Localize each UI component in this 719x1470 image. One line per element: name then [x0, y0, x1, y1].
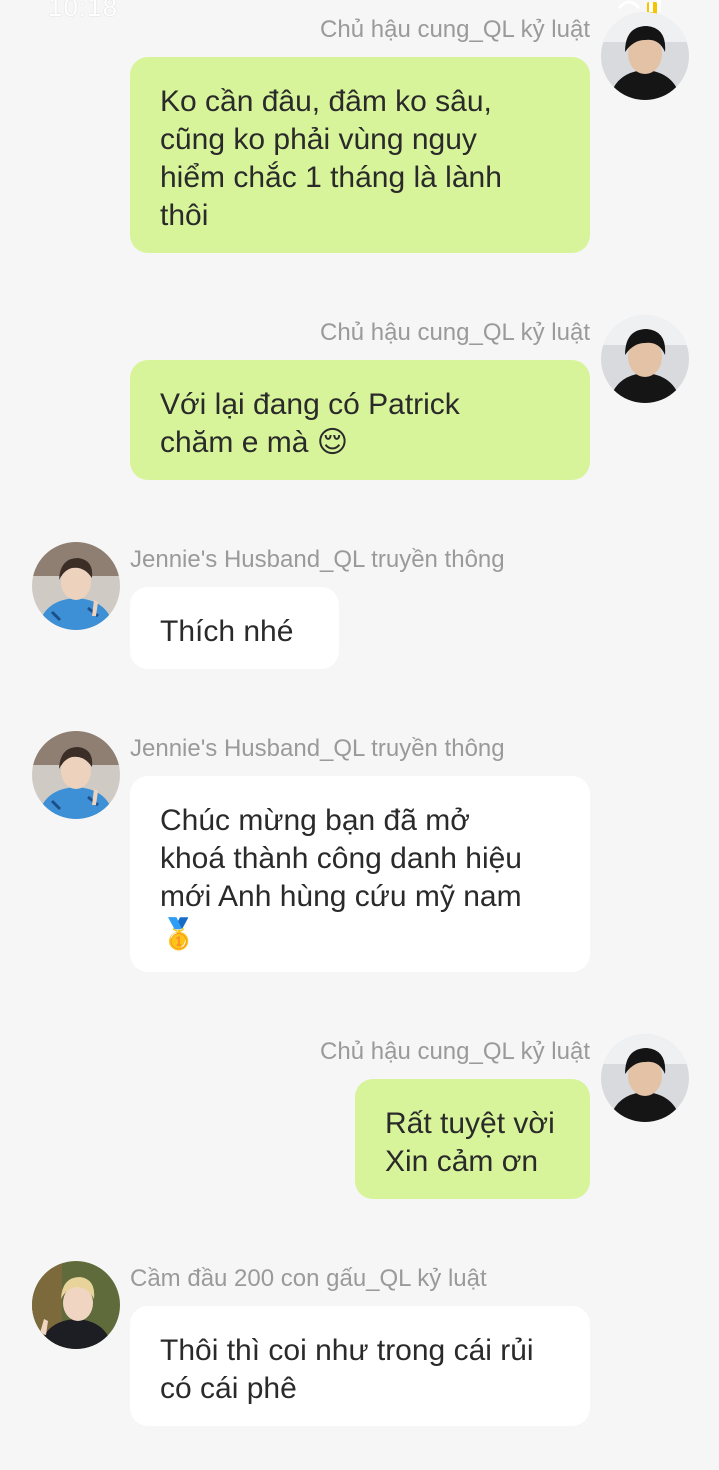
message-text-line: cũng ko phải vùng nguy [160, 123, 477, 156]
message-bubble[interactable]: Ko cần đâu, đâm ko sâu, cũng ko phải vùn… [130, 57, 590, 253]
dark-haired-man-avatar[interactable] [601, 12, 689, 100]
message-text-line: chăm e mà 😌 [160, 426, 348, 459]
message-text-line: Thôi thì coi như trong cái rủi [160, 1334, 534, 1367]
sender-name: Cầm đầu 200 con gấu_QL kỷ luật [130, 1265, 487, 1292]
blond-man-avatar[interactable] [32, 1261, 120, 1349]
message-text-line: Rất tuyệt vời [385, 1107, 555, 1140]
dark-haired-man-avatar[interactable] [601, 315, 689, 403]
message-text-line: thôi [160, 199, 209, 232]
message-text-line: Thích nhé [160, 615, 294, 648]
message-bubble[interactable]: Thôi thì coi như trong cái rủi có cái ph… [130, 1306, 590, 1426]
sender-name: Chủ hậu cung_QL kỷ luật [320, 1038, 590, 1065]
message-bubble[interactable]: Thích nhé [130, 587, 339, 669]
message-text-line: có cái phê [160, 1372, 297, 1405]
message-bubble[interactable]: Với lại đang có Patrick chăm e mà 😌 [130, 360, 590, 480]
medal-emoji-icon: 🥇 [160, 918, 198, 951]
dark-haired-man-avatar[interactable] [601, 1034, 689, 1122]
message-text-line: Ko cần đâu, đâm ko sâu, [160, 85, 492, 118]
message-bubble[interactable]: Chúc mừng bạn đã mở khoá thành công danh… [130, 776, 590, 972]
message-bubble[interactable]: Rất tuyệt vời Xin cảm ơn [355, 1079, 590, 1199]
sender-name: Chủ hậu cung_QL kỷ luật [320, 319, 590, 346]
status-time: 10:18 [48, 0, 119, 22]
message-text-line: Với lại đang có Patrick [160, 388, 460, 421]
blue-shirt-man-avatar[interactable] [32, 542, 120, 630]
sender-name: Chủ hậu cung_QL kỷ luật [320, 16, 590, 43]
sender-name: Jennie's Husband_QL truyền thông [130, 546, 505, 573]
message-text-line: Chúc mừng bạn đã mở [160, 804, 470, 837]
chat-screen: 10:18 Chủ hậu cung_QL kỷ luật Ko cần đâu… [0, 0, 719, 1470]
message-text-line: hiểm chắc 1 tháng là lành [160, 161, 502, 194]
blue-shirt-man-avatar[interactable] [32, 731, 120, 819]
sender-name: Jennie's Husband_QL truyền thông [130, 735, 505, 762]
message-text-line: khoá thành công danh hiệu [160, 842, 522, 875]
message-text-line: Xin cảm ơn [385, 1145, 539, 1178]
message-text-line: mới Anh hùng cứu mỹ nam [160, 880, 522, 913]
